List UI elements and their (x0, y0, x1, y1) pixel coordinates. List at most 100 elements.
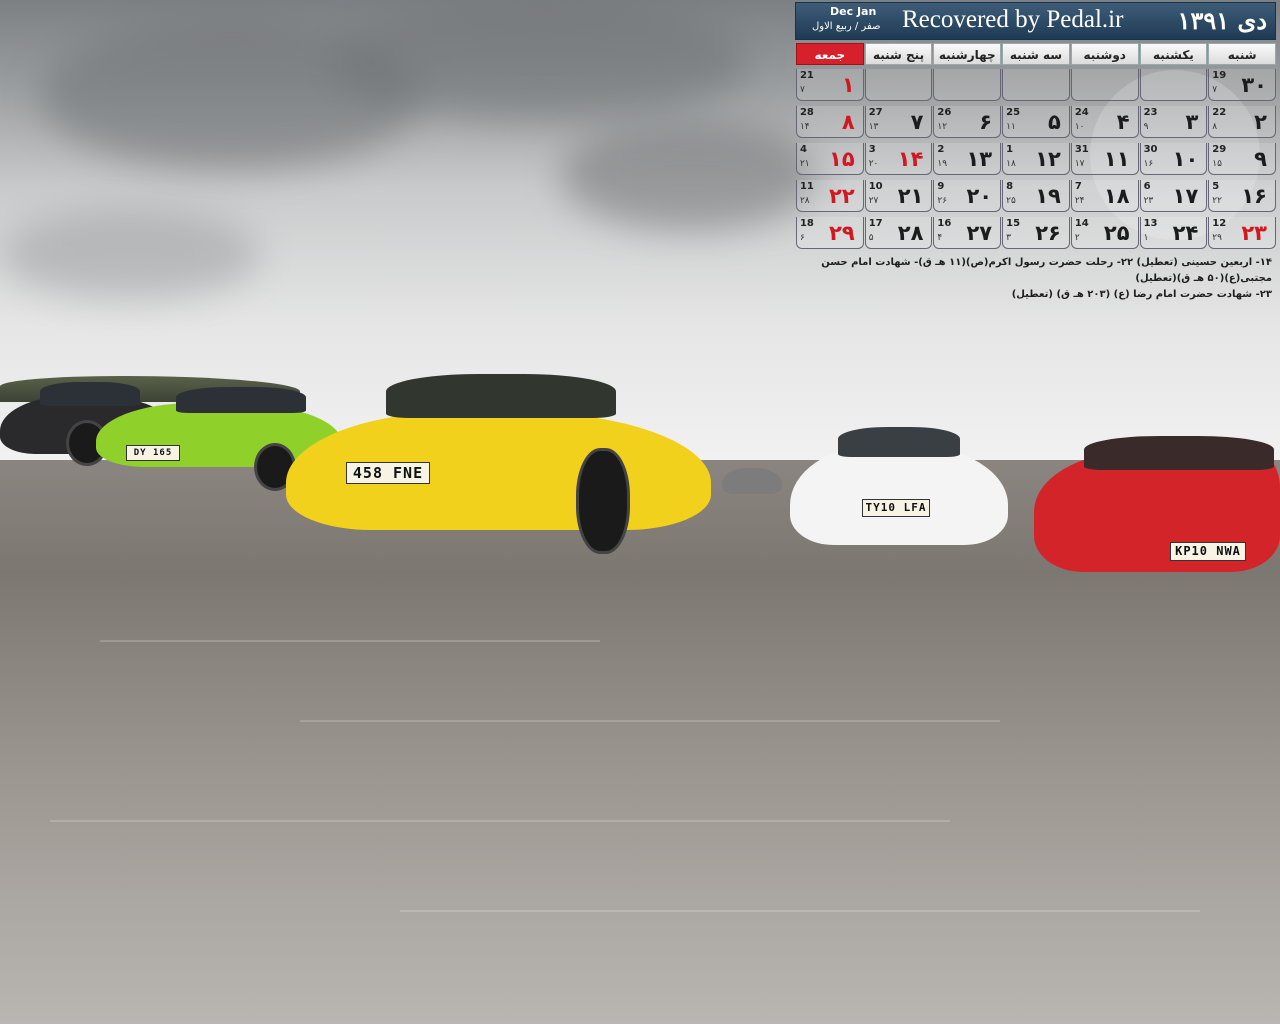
gregorian-day-number: 28 (799, 107, 814, 118)
gregorian-day-number: 23 (1143, 107, 1158, 118)
calendar-day-cell: ۳۰ 19 ۷ (1208, 69, 1276, 101)
calendar-month-year: دی ۱۳۹۱ (1177, 6, 1267, 35)
hijri-day-number: ۱۶ (1143, 159, 1154, 169)
persian-day-number: ۱۸ (1103, 184, 1130, 208)
hijri-day-number: ۱۸ (1006, 159, 1016, 169)
hijri-day-number: ۳ (1006, 233, 1011, 243)
calendar-day-cell: ۲۲ 11 ۲۸ (795, 180, 864, 212)
hijri-day-number: ۱۹ (937, 159, 948, 169)
persian-day-number: ۶ (979, 110, 993, 134)
persian-day-number: ۳۰ (1241, 73, 1267, 97)
gregorian-day-number: 2 (937, 144, 945, 155)
gregorian-day-number: 29 (1212, 144, 1227, 155)
calendar-day-cell: ۴ 24 ۱۰ (1070, 106, 1139, 138)
calendar-title: Recovered by Pedal.ir (902, 6, 1124, 33)
car-windshield (838, 427, 960, 457)
persian-day-number: ۱۶ (1241, 184, 1267, 208)
calendar-day-cell: ۸ 28 ۱۴ (795, 106, 864, 138)
gregorian-day-number: 13 (1143, 218, 1158, 229)
hijri-day-number: ۸ (1212, 122, 1218, 132)
calendar-day-cell: ۱۱ 31 ۱۷ (1070, 143, 1139, 175)
gregorian-day-number: 17 (868, 218, 883, 229)
gregorian-day-number: 21 (799, 70, 814, 81)
calendar-holiday-notes: ۱۴- اربعین حسینی (تعطیل) ۲۲- رحلت حضرت ر… (795, 255, 1276, 303)
hijri-day-number: ۷ (799, 85, 805, 95)
calendar-day-cell: ۲۰ 9 ۲۶ (933, 180, 1002, 212)
calendar-day-cell: ۲۸ 17 ۵ (864, 217, 933, 249)
hijri-day-number: ۲ (1074, 233, 1080, 243)
gregorian-day-number: 26 (937, 107, 952, 118)
hijri-day-number: ۲۹ (1212, 233, 1222, 243)
car-body (790, 445, 1008, 545)
gregorian-day-number: 5 (1212, 181, 1220, 192)
hijri-day-number: ۹ (1143, 122, 1149, 132)
license-plate-yellow: 458 FNE (346, 462, 430, 484)
holiday-note-line: ۱۴- اربعین حسینی (تعطیل) ۲۲- رحلت حضرت ر… (821, 257, 1272, 284)
motion-streak (300, 720, 1000, 722)
gregorian-day-number: 31 (1074, 144, 1089, 155)
cloud (330, 0, 750, 120)
calendar-day-cell: ۲۴ 13 ۱ (1139, 217, 1208, 249)
persian-day-number: ۷ (910, 110, 924, 134)
hijri-day-number: ۱۰ (1074, 122, 1085, 132)
persian-day-number: ۱۳ (966, 147, 993, 171)
gregorian-day-number: 25 (1006, 107, 1021, 118)
grey-car-far (722, 462, 784, 496)
license-plate-red: KP10 NWA (1170, 542, 1246, 561)
persian-day-number: ۱ (841, 73, 855, 97)
calendar-day-cell: ۲۷ 16 ۴ (933, 217, 1002, 249)
day-name-header: چهارشنبه (933, 43, 1002, 65)
license-plate-green: DY 165 (126, 445, 180, 461)
persian-day-number: ۲۲ (829, 184, 855, 208)
calendar-day-cell: ۶ 26 ۱۲ (933, 106, 1002, 138)
calendar-day-cell: ۵ 25 ۱۱ (1002, 106, 1070, 138)
hijri-day-number: ۲۲ (1212, 196, 1222, 206)
car-windshield (386, 374, 616, 418)
license-plate-white: TY10 LFA (862, 499, 930, 517)
gregorian-day-number: 12 (1212, 218, 1227, 229)
calendar-day-cell: ۹ 29 ۱۵ (1208, 143, 1276, 175)
day-name-header: دوشنبه (1070, 43, 1139, 65)
calendar-day-cell: ۲ 22 ۸ (1208, 106, 1276, 138)
persian-day-number: ۲۶ (1035, 221, 1061, 245)
persian-day-number: ۵ (1048, 110, 1061, 134)
persian-day-number: ۲۷ (966, 221, 993, 245)
holiday-note-line: ۲۳- شهادت حضرت امام رضا (ع) (۲۰۳ هـ ق) (… (1011, 289, 1272, 300)
persian-day-number: ۱۰ (1172, 147, 1199, 171)
gregorian-day-number: 19 (1212, 70, 1227, 81)
calendar-day-cell (933, 69, 1002, 101)
calendar-day-cell: ۱۶ 5 ۲۲ (1208, 180, 1276, 212)
calendar-week-row: ۲۳ 12 ۲۹ ۲۴ 13 ۱ ۲۵ 14 ۲ ۲۶ 15 ۳ ۲۷ 16 ۴ ۲۸ 17 ۵ ۲۹ 18 ۶ (795, 217, 1276, 253)
cloud (560, 120, 820, 230)
hijri-day-number: ۲۰ (868, 159, 879, 169)
persian-day-number: ۱۲ (1035, 147, 1061, 171)
gregorian-day-number: 10 (868, 181, 883, 192)
hijri-day-number: ۱ (1143, 233, 1149, 243)
persian-day-number: ۹ (1254, 147, 1267, 171)
calendar-day-cell: ۱۹ 8 ۲۵ (1002, 180, 1070, 212)
calendar-day-cell: ۲۵ 14 ۲ (1070, 217, 1139, 249)
calendar-day-cell: ۱۵ 4 ۲۱ (795, 143, 864, 175)
gregorian-day-number: 6 (1143, 181, 1151, 192)
persian-day-number: ۲ (1254, 110, 1267, 134)
gregorian-day-number: 3 (868, 144, 876, 155)
motion-streak (50, 820, 950, 822)
calendar-day-cell (1139, 69, 1208, 101)
calendar-header: دی ۱۳۹۱ Recovered by Pedal.ir Dec Jan صف… (795, 2, 1276, 40)
gregorian-day-number: 27 (868, 107, 883, 118)
hijri-day-number: ۲۷ (868, 196, 879, 206)
calendar-day-cell: ۲۹ 18 ۶ (795, 217, 864, 249)
hijri-day-number: ۴ (937, 233, 943, 243)
persian-day-number: ۲۸ (897, 221, 924, 245)
gregorian-day-number: 15 (1006, 218, 1021, 229)
hijri-day-number: ۱۷ (1074, 159, 1085, 169)
car-body (722, 468, 782, 494)
calendar-day-cell: ۲۱ 10 ۲۷ (864, 180, 933, 212)
persian-day-number: ۲۴ (1172, 221, 1199, 245)
persian-day-number: ۲۳ (1241, 221, 1267, 245)
gregorian-day-number: 30 (1143, 144, 1158, 155)
hijri-day-number: ۲۸ (799, 196, 810, 206)
motion-streak (400, 910, 1200, 912)
calendar-day-cell: ۱۰ 30 ۱۶ (1139, 143, 1208, 175)
calendar-day-cell: ۳ 23 ۹ (1139, 106, 1208, 138)
